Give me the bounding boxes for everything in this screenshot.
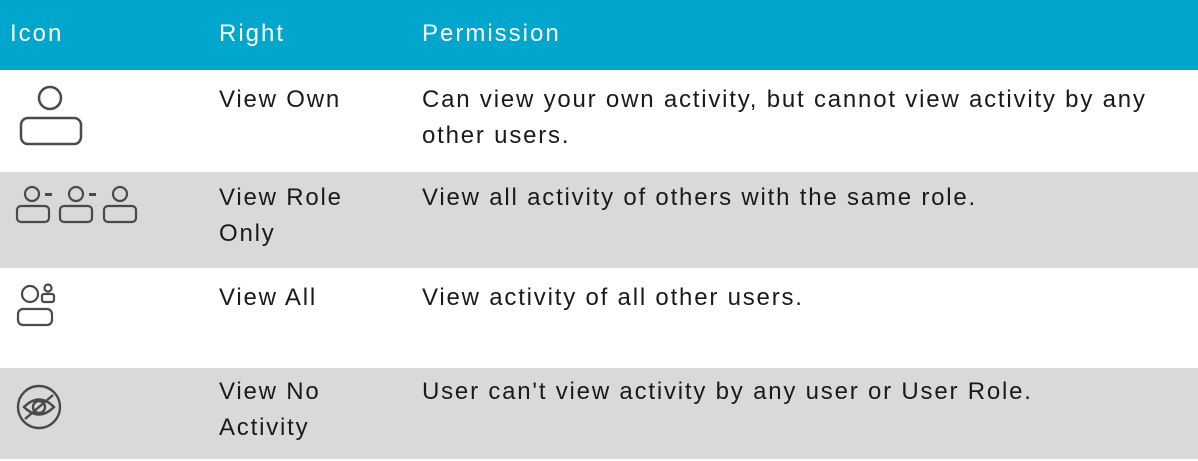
- permissions-table: Icon Right Permission View Own Can view …: [0, 0, 1198, 461]
- permission-cell: View all activity of others with the sam…: [422, 184, 978, 211]
- right-cell: View All: [219, 284, 318, 311]
- permission-cell: View activity of all other users.: [422, 284, 804, 311]
- header-icon-label: Icon: [10, 20, 64, 47]
- user-group-chain-icon: [14, 184, 144, 229]
- single-user-icon: [14, 80, 86, 153]
- right-cell: View Own: [219, 86, 342, 113]
- header-right-label: Right: [219, 20, 286, 47]
- users-all-icon: [14, 282, 64, 333]
- eye-slash-icon: [14, 382, 64, 437]
- right-cell: View Role Only: [219, 184, 343, 247]
- right-cell: View No Activity: [219, 378, 321, 441]
- table-row: View Own Can view your own activity, but…: [0, 70, 1198, 172]
- table-header: Icon Right Permission: [0, 0, 1198, 70]
- table-row: View Role Only View all activity of othe…: [0, 172, 1198, 270]
- permission-cell: User can't view activity by any user or …: [422, 378, 1033, 405]
- permission-cell: Can view your own activity, but cannot v…: [422, 86, 1147, 149]
- header-permission-label: Permission: [422, 20, 561, 47]
- table-row: View All View activity of all other user…: [0, 270, 1198, 368]
- table-row: View No Activity User can't view activit…: [0, 368, 1198, 461]
